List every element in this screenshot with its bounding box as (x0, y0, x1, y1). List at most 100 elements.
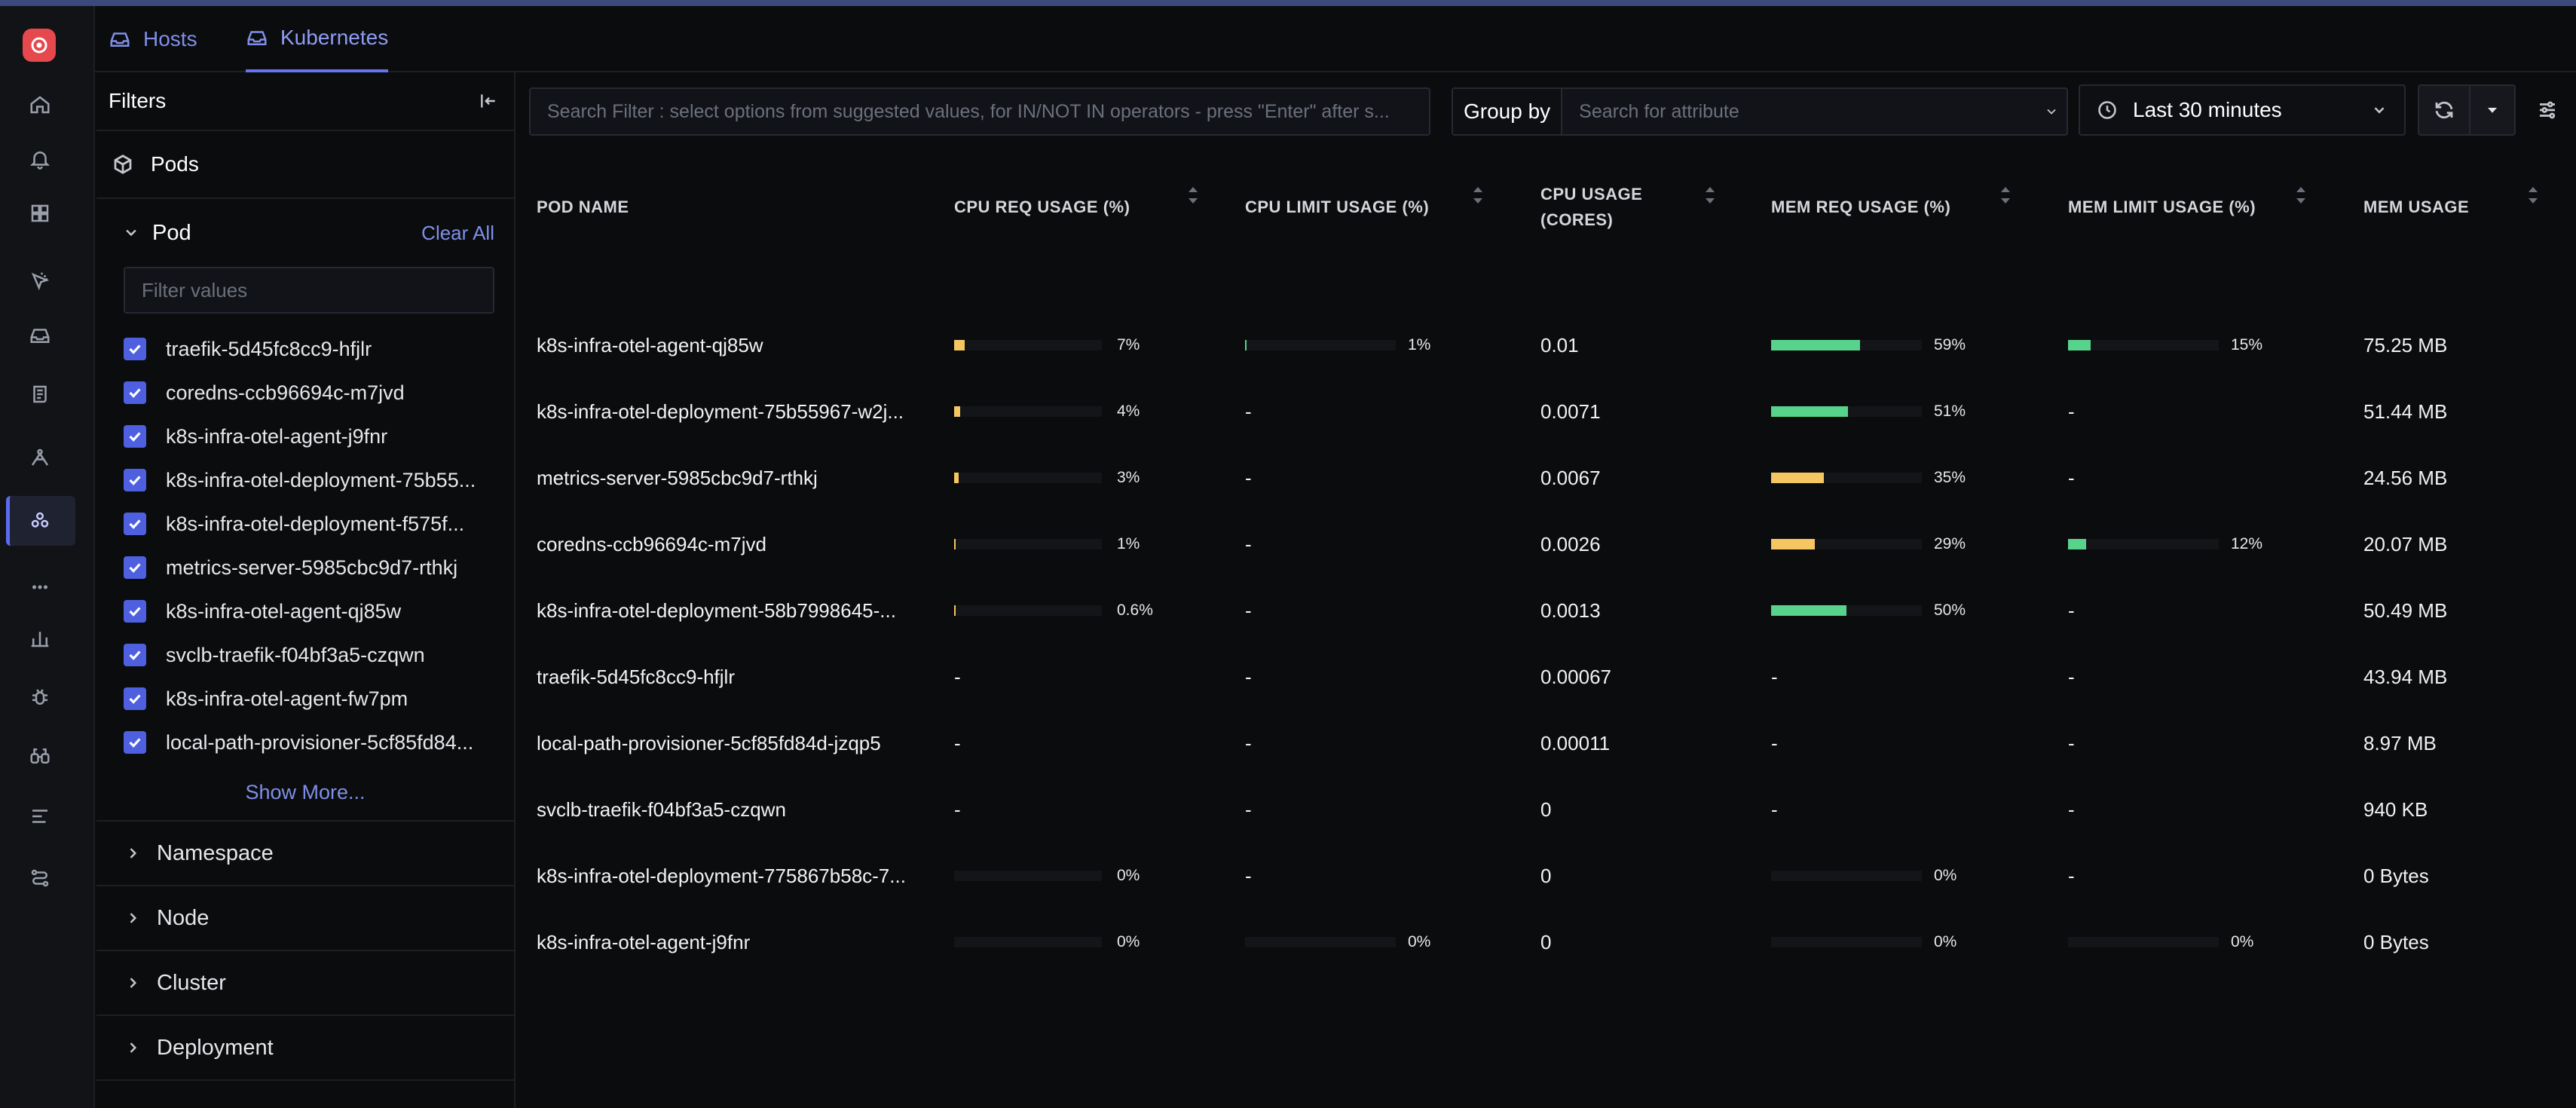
pod-filter-item[interactable]: local-path-provisioner-5cf85fd84... (124, 721, 494, 764)
pod-filter-item[interactable]: metrics-server-5985cbc9d7-rthkj (124, 546, 494, 589)
pod-filter-item[interactable]: traefik-5d45fc8cc9-hfjlr (124, 327, 494, 371)
filters-panel: Filters Pods Pod Clear All Filter values… (96, 72, 516, 1108)
cell-pod-name[interactable]: traefik-5d45fc8cc9-hfjlr (537, 644, 735, 710)
traces-icon[interactable] (23, 440, 57, 475)
filter-section-collapsed[interactable]: Node (96, 886, 514, 951)
pod-filter-item[interactable]: coredns-ccb96694c-m7jvd (124, 371, 494, 415)
table-row[interactable]: coredns-ccb96694c-m7jvd 1% - 0.0026 29% 12% 20… (517, 511, 2576, 577)
table-row[interactable]: traefik-5d45fc8cc9-hfjlr - - 0.00067 - - 43.94… (517, 644, 2576, 710)
checkbox-checked-icon[interactable] (124, 556, 146, 579)
entity-selector[interactable]: Pods (96, 131, 514, 199)
time-range-select[interactable]: Last 30 minutes (2079, 84, 2406, 136)
pod-filter-item[interactable]: svclb-traefik-f04bf3a5-czqwn (124, 633, 494, 677)
table-row[interactable]: svclb-traefik-f04bf3a5-czqwn - - 0 - - 940 KB (517, 776, 2576, 843)
dashboards-icon[interactable] (23, 196, 57, 231)
cell-pod-name[interactable]: local-path-provisioner-5cf85fd84d-jzqp5 (537, 710, 881, 776)
col-pod-name[interactable]: POD NAME (537, 166, 629, 249)
col-cpu-usage-line2: (CORES) (1540, 210, 1614, 229)
cell-pod-name[interactable]: k8s-infra-otel-agent-j9fnr (537, 909, 750, 975)
sort-icon[interactable] (2526, 184, 2540, 207)
cell-cpu_req: 7% (1117, 336, 1140, 354)
pipelines-icon[interactable] (23, 799, 57, 834)
more-icon[interactable] (23, 570, 57, 605)
bug-icon[interactable] (23, 680, 57, 715)
checkbox-checked-icon[interactable] (124, 469, 146, 491)
col-cpu-req-usage[interactable]: CPU REQ USAGE (%) (954, 166, 1130, 249)
metrics-icon[interactable] (23, 621, 57, 656)
filter-section-collapsed[interactable]: Deployment (96, 1016, 514, 1081)
checkbox-checked-icon[interactable] (124, 687, 146, 710)
infra-icon[interactable] (23, 318, 57, 353)
main-content: Search Filter : select options from sugg… (517, 72, 2576, 1108)
cell-pod-name[interactable]: k8s-infra-otel-agent-qj85w (537, 312, 763, 378)
sort-icon[interactable] (1471, 184, 1485, 207)
pod-filter-item[interactable]: k8s-infra-otel-agent-j9fnr (124, 415, 494, 458)
cell-pod-name[interactable]: svclb-traefik-f04bf3a5-czqwn (537, 776, 786, 843)
checkbox-checked-icon[interactable] (124, 381, 146, 404)
col-cpu-usage[interactable]: CPU USAGE (CORES) (1540, 166, 1642, 249)
pod-filter-item[interactable]: k8s-infra-otel-deployment-75b55... (124, 458, 494, 502)
cell-pod-name[interactable]: k8s-infra-otel-deployment-58b7998645-... (537, 577, 896, 644)
collapse-panel-icon[interactable] (475, 87, 502, 115)
cell-pod-name[interactable]: coredns-ccb96694c-m7jvd (537, 511, 766, 577)
pod-filter-item[interactable]: k8s-infra-otel-deployment-f575f... (124, 502, 494, 546)
table-row[interactable]: k8s-infra-otel-agent-qj85w 7% 1% 0.01 59% 15%… (517, 312, 2576, 378)
logs-icon[interactable] (23, 377, 57, 412)
cell-pod-name[interactable]: k8s-infra-otel-deployment-75b55967-w2j..… (537, 378, 904, 445)
cell-pod-name[interactable]: k8s-infra-otel-deployment-775867b58c-7..… (537, 843, 906, 909)
cell-mem-usage: 20.07 MB (2363, 532, 2448, 556)
checkbox-checked-icon[interactable] (124, 425, 146, 448)
group-by-control[interactable]: Group by Search for attribute (1452, 87, 2068, 136)
checkbox-checked-icon[interactable] (124, 644, 146, 666)
col-mem-limit-usage[interactable]: MEM LIMIT USAGE (%) (2068, 166, 2256, 249)
sort-icon[interactable] (2294, 184, 2308, 207)
filter-values-input[interactable]: Filter values (124, 267, 494, 314)
table-row[interactable]: k8s-infra-otel-deployment-75b55967-w2j..… (517, 378, 2576, 445)
checkbox-checked-icon[interactable] (124, 600, 146, 623)
alerts-icon[interactable] (23, 142, 57, 176)
pod-filter-item[interactable]: k8s-infra-otel-agent-fw7pm (124, 677, 494, 721)
cell-cpu_req: - (954, 731, 961, 754)
table-row[interactable]: k8s-infra-otel-deployment-58b7998645-...… (517, 577, 2576, 644)
tab-hosts[interactable]: Hosts (109, 6, 197, 72)
explore-icon[interactable] (23, 739, 57, 773)
col-mem-usage[interactable]: MEM USAGE (2363, 166, 2469, 249)
home-icon[interactable] (23, 87, 57, 122)
sort-icon[interactable] (1703, 184, 1717, 207)
sort-icon[interactable] (1186, 184, 1200, 207)
table-row[interactable]: local-path-provisioner-5cf85fd84d-jzqp5 -… (517, 710, 2576, 776)
filter-section-collapsed[interactable]: Namespace (96, 822, 514, 886)
filter-section-collapsed[interactable]: Cluster (96, 951, 514, 1016)
pod-section-header[interactable]: Pod Clear All (124, 199, 494, 267)
usage-bar-fill (1771, 340, 1860, 350)
clear-all-link[interactable]: Clear All (421, 222, 494, 245)
checkbox-checked-icon[interactable] (124, 338, 146, 360)
search-filter-input[interactable]: Search Filter : select options from sugg… (529, 87, 1430, 136)
show-more-link[interactable]: Show More... (96, 764, 514, 822)
col-mem-req-usage[interactable]: MEM REQ USAGE (%) (1771, 166, 1950, 249)
table-row[interactable]: k8s-infra-otel-agent-j9fnr 0% 0% 0 0% 0% 0 Byt… (517, 909, 2576, 975)
cell-cpu_limit: - (1245, 797, 1252, 821)
chevron-right-icon (130, 978, 137, 988)
table-row[interactable]: metrics-server-5985cbc9d7-rthkj 3% - 0.0067… (517, 445, 2576, 511)
table-row[interactable]: k8s-infra-otel-deployment-775867b58c-7..… (517, 843, 2576, 909)
chevron-right-icon (130, 1042, 137, 1053)
clock-icon (2098, 101, 2116, 119)
tab-kubernetes[interactable]: Kubernetes (246, 6, 389, 72)
refresh-button[interactable] (2418, 84, 2470, 136)
usage-bar-track (954, 340, 1102, 350)
inbox-icon (110, 32, 130, 47)
filter-section-title: Cluster (157, 970, 226, 995)
app-logo-icon[interactable] (23, 29, 56, 62)
pod-filter-item[interactable]: k8s-infra-otel-agent-qj85w (124, 589, 494, 633)
checkbox-checked-icon[interactable] (124, 513, 146, 535)
exceptions-icon[interactable] (23, 264, 57, 298)
table-settings-button[interactable] (2529, 92, 2565, 128)
kubernetes-icon[interactable] (23, 503, 57, 538)
cell-pod-name[interactable]: metrics-server-5985cbc9d7-rthkj (537, 445, 818, 511)
refresh-interval-dropdown[interactable] (2469, 84, 2516, 136)
col-cpu-limit-usage[interactable]: CPU LIMIT USAGE (%) (1245, 166, 1429, 249)
integrations-icon[interactable] (23, 861, 57, 895)
checkbox-checked-icon[interactable] (124, 731, 146, 754)
sort-icon[interactable] (1999, 184, 2012, 207)
